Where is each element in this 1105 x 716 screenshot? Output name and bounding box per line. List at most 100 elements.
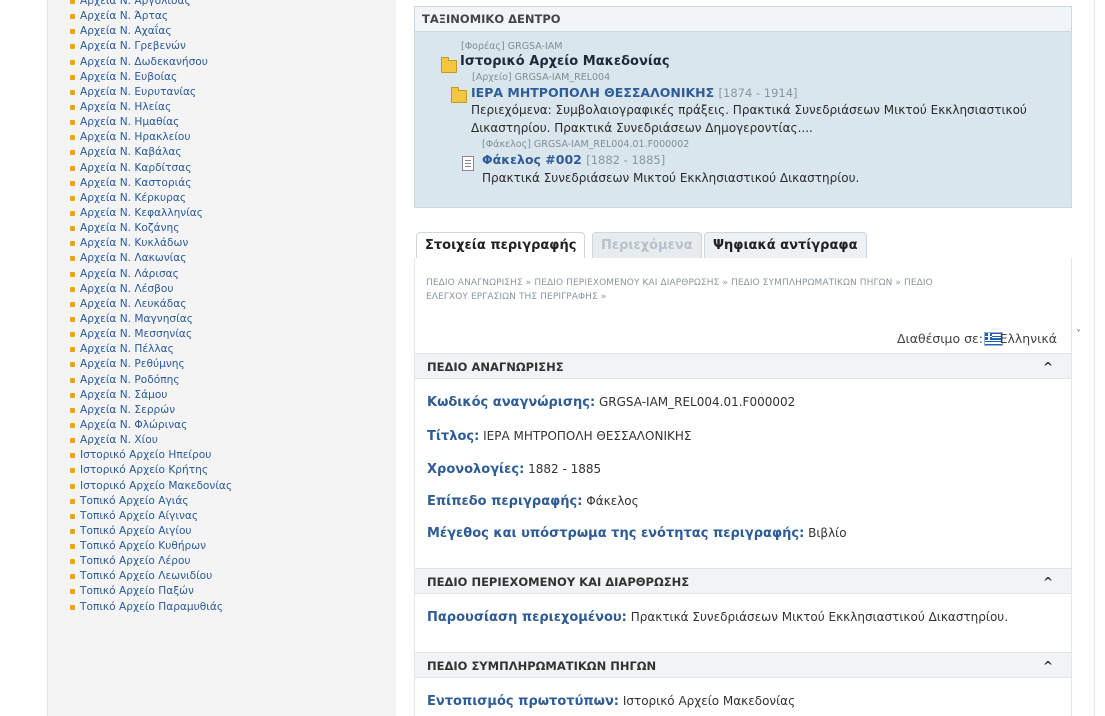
allied-section-header[interactable]: ΠΕΔΙΟ ΣΥΜΠΛΗΡΩΜΑΤΙΚΩΝ ΠΗΓΩΝ ^: [415, 652, 1071, 678]
sidebar-archive-link[interactable]: Αρχεία Ν. Φλώρινας: [48, 418, 396, 433]
sidebar-archive-link[interactable]: Τοπικό Αρχείο Λεωνιδίου: [48, 569, 396, 584]
language-select[interactable]: Ελληνικά: [1000, 331, 1057, 346]
tab-contents[interactable]: Περιεχόμενα: [592, 232, 702, 258]
sidebar-archive-link[interactable]: Αρχεία Ν. Αργολίδας: [48, 0, 396, 9]
sidebar-archive-link[interactable]: Ιστορικό Αρχείο Ηπείρου: [48, 448, 396, 463]
sidebar-archive-link[interactable]: Αρχεία Ν. Χίου: [48, 433, 396, 448]
allied-section-title: ΠΕΔΙΟ ΣΥΜΠΛΗΡΩΜΑΤΙΚΩΝ ΠΗΓΩΝ: [427, 659, 657, 673]
content-section-header[interactable]: ΠΕΔΙΟ ΠΕΡΙΕΧΟΜΕΝΟΥ ΚΑΙ ΔΙΑΡΘΡΩΣΗΣ ^: [415, 568, 1071, 594]
sidebar-archive-link[interactable]: Τοπικό Αρχείο Παξών: [48, 584, 396, 599]
tab-description[interactable]: Στοιχεία περιγραφής: [416, 232, 586, 259]
sidebar-archive-link[interactable]: Τοπικό Αρχείο Αιγίου: [48, 524, 396, 539]
sidebar-archive-link[interactable]: Αρχεία Ν. Ρεθύμνης: [48, 357, 396, 372]
sidebar-archive-link[interactable]: Αρχεία Ν. Δωδεκανήσου: [48, 55, 396, 70]
bullet-icon: [70, 559, 75, 565]
field-label: Μέγεθος και υπόστρωμα της ενότητας περιγ…: [427, 526, 805, 541]
bullet-icon: [70, 604, 75, 610]
sidebar-archive-link[interactable]: Αρχεία Ν. Πέλλας: [48, 342, 396, 357]
sidebar-archive-link[interactable]: Τοπικό Αρχείο Παραμυθιάς: [48, 600, 396, 615]
sidebar-archive-link[interactable]: Αρχεία Ν. Ροδόπης: [48, 373, 396, 388]
field-scope-content: Παρουσίαση περιεχομένου: Πρακτικά Συνεδρ…: [427, 610, 1008, 625]
bullet-icon: [70, 120, 75, 126]
sidebar-archive-link[interactable]: Αρχεία Ν. Γρεβενών: [48, 39, 396, 54]
chevron-up-icon[interactable]: ^: [1043, 354, 1053, 380]
sidebar-archive-link[interactable]: Αρχεία Ν. Σερρών: [48, 403, 396, 418]
chevron-down-icon[interactable]: ˅: [1076, 329, 1081, 340]
sidebar-archive-link[interactable]: Τοπικό Αρχείο Αγιάς: [48, 494, 396, 509]
sidebar-archive-link[interactable]: Αρχεία Ν. Σάμου: [48, 388, 396, 403]
sidebar-archive-link[interactable]: Αρχεία Ν. Κεφαλληνίας: [48, 206, 396, 221]
sidebar-archive-label: Αρχεία Ν. Κεφαλληνίας: [80, 206, 204, 219]
sidebar-archive-label: Αρχεία Ν. Ροδόπης: [80, 373, 180, 386]
sidebar-archive-link[interactable]: Αρχεία Ν. Λάρισας: [48, 267, 396, 282]
identity-section-header[interactable]: ΠΕΔΙΟ ΑΝΑΓΝΩΡΙΣΗΣ ^: [415, 353, 1071, 379]
sidebar-archive-label: Αρχεία Ν. Φλώρινας: [80, 418, 188, 431]
fonds-description-line-2: Δικαστηρίου. Πρακτικά Συνεδριάσεων Δημογ…: [471, 121, 813, 135]
sidebar-archive-link[interactable]: Αρχεία Ν. Λακωνίας: [48, 251, 396, 266]
bullet-icon: [70, 589, 75, 595]
sidebar-archive-link[interactable]: Ιστορικό Αρχείο Κρήτης: [48, 463, 396, 478]
bullet-icon: [70, 498, 75, 504]
field-label: Κωδικός αναγνώρισης:: [427, 395, 596, 410]
chevron-up-icon[interactable]: ^: [1043, 569, 1053, 595]
bullet-icon: [70, 513, 75, 519]
sidebar-archive-link[interactable]: Αρχεία Ν. Άρτας: [48, 9, 396, 24]
sidebar-archive-label: Τοπικό Αρχείο Λεωνιδίου: [80, 570, 213, 583]
sidebar-archive-link[interactable]: Αρχεία Ν. Κοζάνης: [48, 221, 396, 236]
sidebar-archive-label: Αρχεία Ν. Λάρισας: [80, 267, 179, 280]
sidebar-archive-link[interactable]: Αρχεία Ν. Κέρκυρας: [48, 191, 396, 206]
file-title-link[interactable]: Φάκελος #002 [1882 - 1885]: [482, 152, 665, 167]
archives-list: Αρχεία Ν. Αργολίδας Αρχεία Ν. Άρτας Αρχεία…: [48, 0, 396, 615]
sidebar-archive-link[interactable]: Αρχεία Ν. Καβάλας: [48, 145, 396, 160]
fonds-dates: [1874 - 1914]: [718, 86, 798, 100]
sidebar-archive-link[interactable]: Αρχεία Ν. Ευρυτανίας: [48, 85, 396, 100]
field-value: Φάκελος: [586, 494, 639, 508]
sidebar-archive-link[interactable]: Αρχεία Ν. Καρδίτσας: [48, 161, 396, 176]
field-label: Επίπεδο περιγραφής:: [427, 494, 583, 509]
sidebar-archive-link[interactable]: Τοπικό Αρχείο Κυθήρων: [48, 539, 396, 554]
sidebar-archive-link[interactable]: Αρχεία Ν. Ημαθίας: [48, 115, 396, 130]
bullet-icon: [70, 468, 75, 474]
fonds-title: ΙΕΡΑ ΜΗΤΡΟΠΟΛΗ ΘΕΣΣΑΛΟΝΙΚΗΣ: [471, 85, 715, 100]
sidebar-archive-label: Αρχεία Ν. Μεσσηνίας: [80, 328, 193, 341]
sidebar-archive-link[interactable]: Τοπικό Αρχείο Αίγινας: [48, 509, 396, 524]
bullet-icon: [70, 362, 75, 368]
content-section-title: ΠΕΔΙΟ ΠΕΡΙΕΧΟΜΕΝΟΥ ΚΑΙ ΔΙΑΡΘΡΩΣΗΣ: [427, 575, 690, 589]
bullet-icon: [70, 74, 75, 80]
sidebar-archive-link[interactable]: Αρχεία Ν. Μεσσηνίας: [48, 327, 396, 342]
holder-title-link[interactable]: Ιστορικό Αρχείο Μακεδονίας: [460, 54, 670, 69]
field-value: ΙΕΡΑ ΜΗΤΡΟΠΟΛΗ ΘΕΣΣΑΛΟΝΙΚΗΣ: [483, 429, 692, 443]
sidebar-archive-label: Ιστορικό Αρχείο Κρήτης: [80, 464, 209, 477]
sidebar-archive-label: Αρχεία Ν. Ηλείας: [80, 100, 172, 113]
field-title: Τίτλος: ΙΕΡΑ ΜΗΤΡΟΠΟΛΗ ΘΕΣΣΑΛΟΝΙΚΗΣ: [427, 429, 691, 444]
breadcrumb-line-2[interactable]: ΕΛΕΓΧΟΥ ΕΡΓΑΣΙΩΝ ΤΗΣ ΠΕΡΙΓΡΑΦΗΣ »: [426, 290, 1066, 304]
sidebar-archive-link[interactable]: Τοπικό Αρχείο Λέρου: [48, 554, 396, 569]
sidebar-archive-link[interactable]: Αρχεία Ν. Ηλείας: [48, 100, 396, 115]
sidebar-archive-label: Αρχεία Ν. Ευβοίας: [80, 70, 178, 83]
sidebar-archive-label: Αρχεία Ν. Λευκάδας: [80, 297, 187, 310]
sidebar-archive-label: Αρχεία Ν. Καρδίτσας: [80, 161, 192, 174]
sidebar-archive-link[interactable]: Ιστορικό Αρχείο Μακεδονίας: [48, 479, 396, 494]
sidebar-archive-link[interactable]: Αρχεία Ν. Ηρακλείου: [48, 130, 396, 145]
chevron-up-icon[interactable]: ^: [1043, 653, 1053, 679]
field-value: Ιστορικό Αρχείο Μακεδονίας: [622, 694, 796, 708]
fonds-title-link[interactable]: ΙΕΡΑ ΜΗΤΡΟΠΟΛΗ ΘΕΣΣΑΛΟΝΙΚΗΣ [1874 - 1914…: [471, 85, 798, 100]
file-description: Πρακτικά Συνεδριάσεων Μικτού Εκκλησιαστι…: [482, 171, 860, 185]
file-dates: [1882 - 1885]: [586, 153, 666, 167]
field-reference-code: Κωδικός αναγνώρισης: GRGSA-IAM_REL004.01…: [427, 395, 795, 410]
sidebar-archive-link[interactable]: Αρχεία Ν. Αχαΐας: [48, 24, 396, 39]
file-title: Φάκελος #002: [482, 152, 582, 167]
sidebar-archive-link[interactable]: Αρχεία Ν. Λέσβου: [48, 282, 396, 297]
holder-meta: [Φορέας] GRGSA-IAM: [461, 41, 563, 52]
bullet-icon: [70, 165, 75, 171]
bullet-icon: [70, 316, 75, 322]
sidebar-archive-link[interactable]: Αρχεία Ν. Μαγνησίας: [48, 312, 396, 327]
sidebar-archive-link[interactable]: Αρχεία Ν. Κυκλάδων: [48, 236, 396, 251]
breadcrumb-line-1[interactable]: ΠΕΔΙΟ ΑΝΑΓΝΩΡΙΣΗΣ » ΠΕΔΙΟ ΠΕΡΙΕΧΟΜΕΝΟΥ Κ…: [426, 276, 1066, 290]
sidebar-archive-label: Τοπικό Αρχείο Αιγίου: [80, 524, 192, 537]
sidebar-archive-link[interactable]: Αρχεία Ν. Καστοριάς: [48, 176, 396, 191]
tab-digital-copies[interactable]: Ψηφιακά αντίγραφα: [704, 232, 867, 258]
sidebar-archive-link[interactable]: Αρχεία Ν. Ευβοίας: [48, 70, 396, 85]
sidebar-archive-label: Αρχεία Ν. Κοζάνης: [80, 222, 180, 235]
sidebar-archive-link[interactable]: Αρχεία Ν. Λευκάδας: [48, 297, 396, 312]
